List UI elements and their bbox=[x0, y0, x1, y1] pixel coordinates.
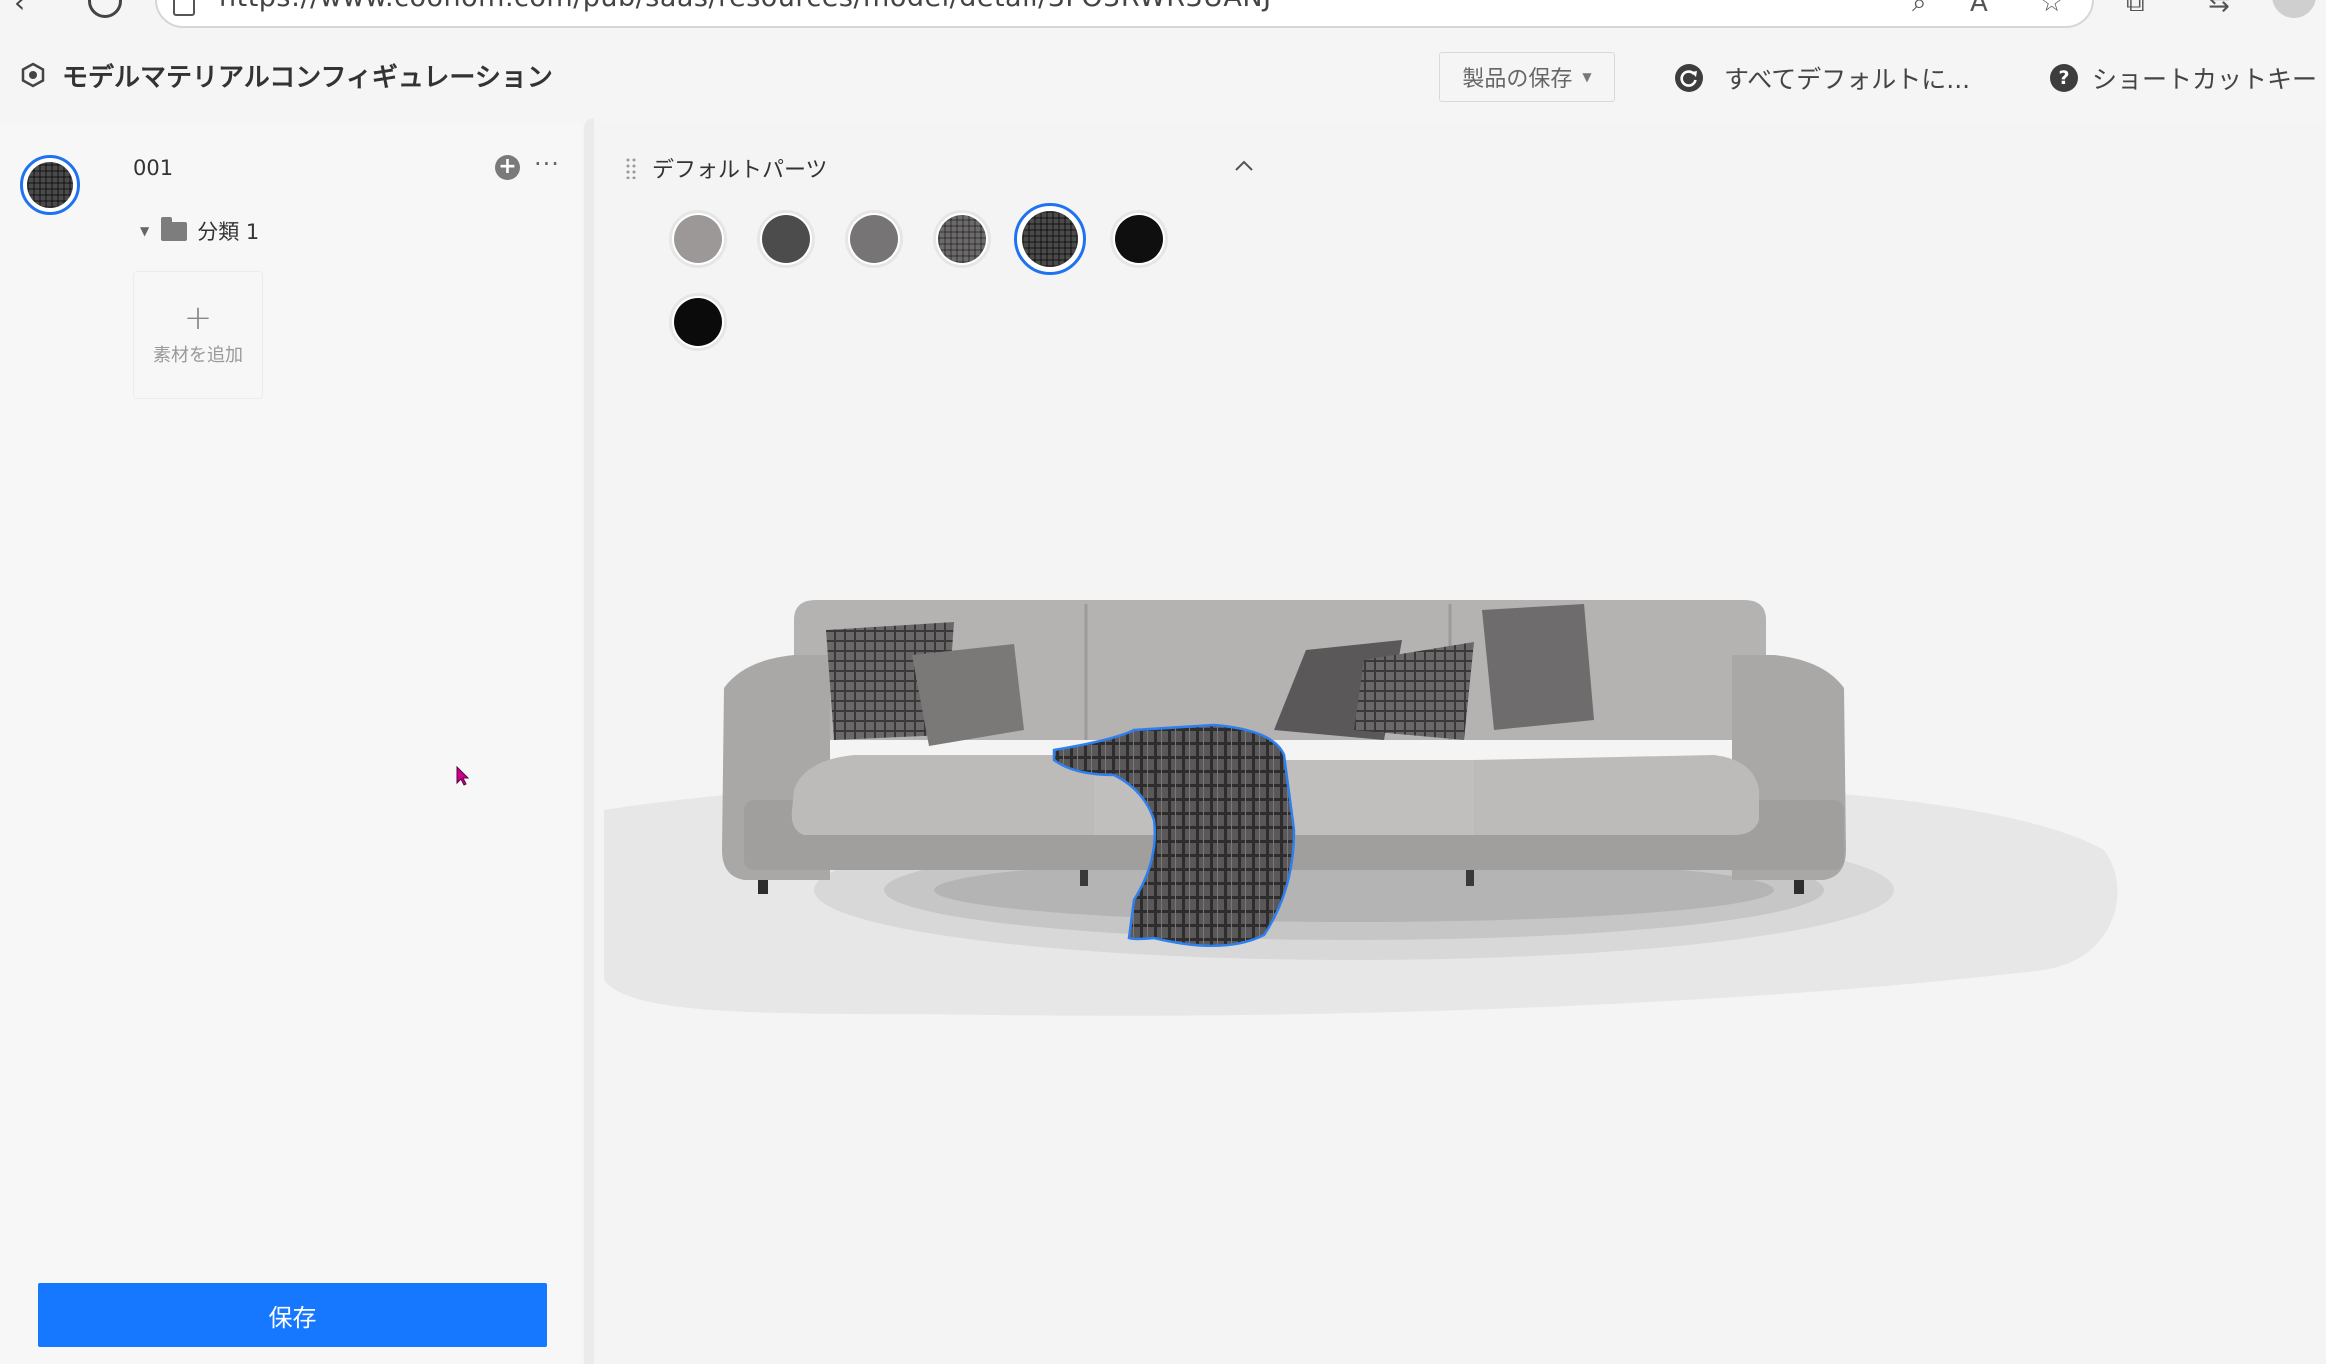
swatch-color bbox=[674, 298, 722, 346]
read-aloud-icon[interactable]: A bbox=[1970, 0, 1988, 18]
swatch-dark-plaid-selected[interactable] bbox=[1014, 203, 1086, 275]
address-bar[interactable]: https://www.coohom.com/pub/saas/resource… bbox=[155, 0, 2094, 28]
extensions-icon[interactable]: ⧉ bbox=[2126, 0, 2145, 19]
page-title: モデルマテリアルコンフィギュレーション bbox=[62, 63, 553, 93]
app-header: モデルマテリアルコンフィギュレーション 製品の保存 ▼ すべてデフォルトに...… bbox=[0, 28, 2326, 124]
shortcut-keys-button[interactable]: ? ショートカットキー bbox=[2050, 60, 2317, 96]
folder-icon bbox=[161, 216, 188, 241]
swatch-color bbox=[1022, 211, 1078, 267]
material-swatch-image bbox=[27, 162, 73, 208]
seat-cushion bbox=[1474, 755, 1759, 835]
site-info-icon[interactable] bbox=[173, 0, 195, 16]
reset-all-label: すべてデフォルトに... bbox=[1724, 65, 1971, 94]
url-text: https://www.coohom.com/pub/saas/resource… bbox=[219, 0, 1272, 13]
swatch-color bbox=[850, 215, 898, 263]
swatch-dark-gray[interactable] bbox=[757, 210, 815, 268]
gray-pillow bbox=[1482, 604, 1594, 730]
material-item-name: 001 bbox=[133, 156, 174, 180]
category-label: 分類 1 bbox=[197, 220, 260, 244]
drag-handle-icon[interactable] bbox=[626, 157, 636, 179]
swatch-color bbox=[938, 215, 986, 263]
collections-icon[interactable]: ⇆ bbox=[2208, 0, 2230, 18]
seat-cushion bbox=[791, 755, 1094, 835]
search-icon[interactable]: ⌕ bbox=[1912, 0, 1927, 19]
swatch-light-gray[interactable] bbox=[669, 210, 727, 268]
reset-icon bbox=[1675, 64, 1703, 92]
add-category-icon[interactable]: + bbox=[495, 155, 520, 180]
add-material-button[interactable]: + 素材を追加 bbox=[133, 271, 263, 399]
reload-icon[interactable] bbox=[88, 0, 122, 18]
profile-avatar[interactable] bbox=[2272, 0, 2316, 18]
category-tree-item[interactable]: ▼ 分類 1 bbox=[140, 216, 259, 246]
browser-chrome: ‹ https://www.coohom.com/pub/saas/resour… bbox=[0, 0, 2326, 28]
swatch-black-2[interactable] bbox=[669, 293, 727, 351]
hexagon-logo-icon bbox=[21, 62, 45, 88]
default-parts-header: デフォルトパーツ bbox=[626, 152, 828, 184]
add-material-label: 素材を追加 bbox=[153, 345, 243, 366]
panel-divider[interactable] bbox=[584, 118, 594, 1364]
gray-pillow bbox=[912, 644, 1024, 746]
swatch-color bbox=[762, 215, 810, 263]
swatch-gray-plaid[interactable] bbox=[933, 210, 991, 268]
favorite-star-icon[interactable]: ☆ bbox=[2040, 0, 2063, 18]
mouse-cursor-icon bbox=[456, 766, 470, 786]
sofa-3d-preview[interactable] bbox=[594, 560, 2154, 1080]
save-product-dropdown[interactable]: 製品の保存 ▼ bbox=[1439, 52, 1615, 102]
default-parts-title: デフォルトパーツ bbox=[652, 158, 828, 183]
material-list-panel bbox=[0, 124, 582, 1364]
save-product-label: 製品の保存 bbox=[1462, 67, 1573, 92]
swatch-black[interactable] bbox=[1110, 210, 1168, 268]
swatch-mid-gray[interactable] bbox=[845, 210, 903, 268]
back-arrow-icon[interactable]: ‹ bbox=[14, 0, 25, 19]
more-options-icon[interactable]: ··· bbox=[534, 150, 560, 178]
swatch-color bbox=[674, 215, 722, 263]
shortcut-keys-label: ショートカットキー bbox=[2092, 65, 2318, 94]
save-button[interactable]: 保存 bbox=[38, 1283, 547, 1347]
swatch-color bbox=[1115, 215, 1163, 263]
plus-icon: + bbox=[183, 298, 213, 338]
material-thumbnail[interactable] bbox=[20, 155, 80, 215]
caret-down-icon: ▼ bbox=[1582, 70, 1592, 84]
chevron-up-icon[interactable] bbox=[1234, 160, 1254, 172]
reset-all-button[interactable]: すべてデフォルトに... bbox=[1674, 60, 1970, 96]
help-icon: ? bbox=[2050, 64, 2078, 92]
expand-triangle-icon[interactable]: ▼ bbox=[140, 224, 149, 238]
